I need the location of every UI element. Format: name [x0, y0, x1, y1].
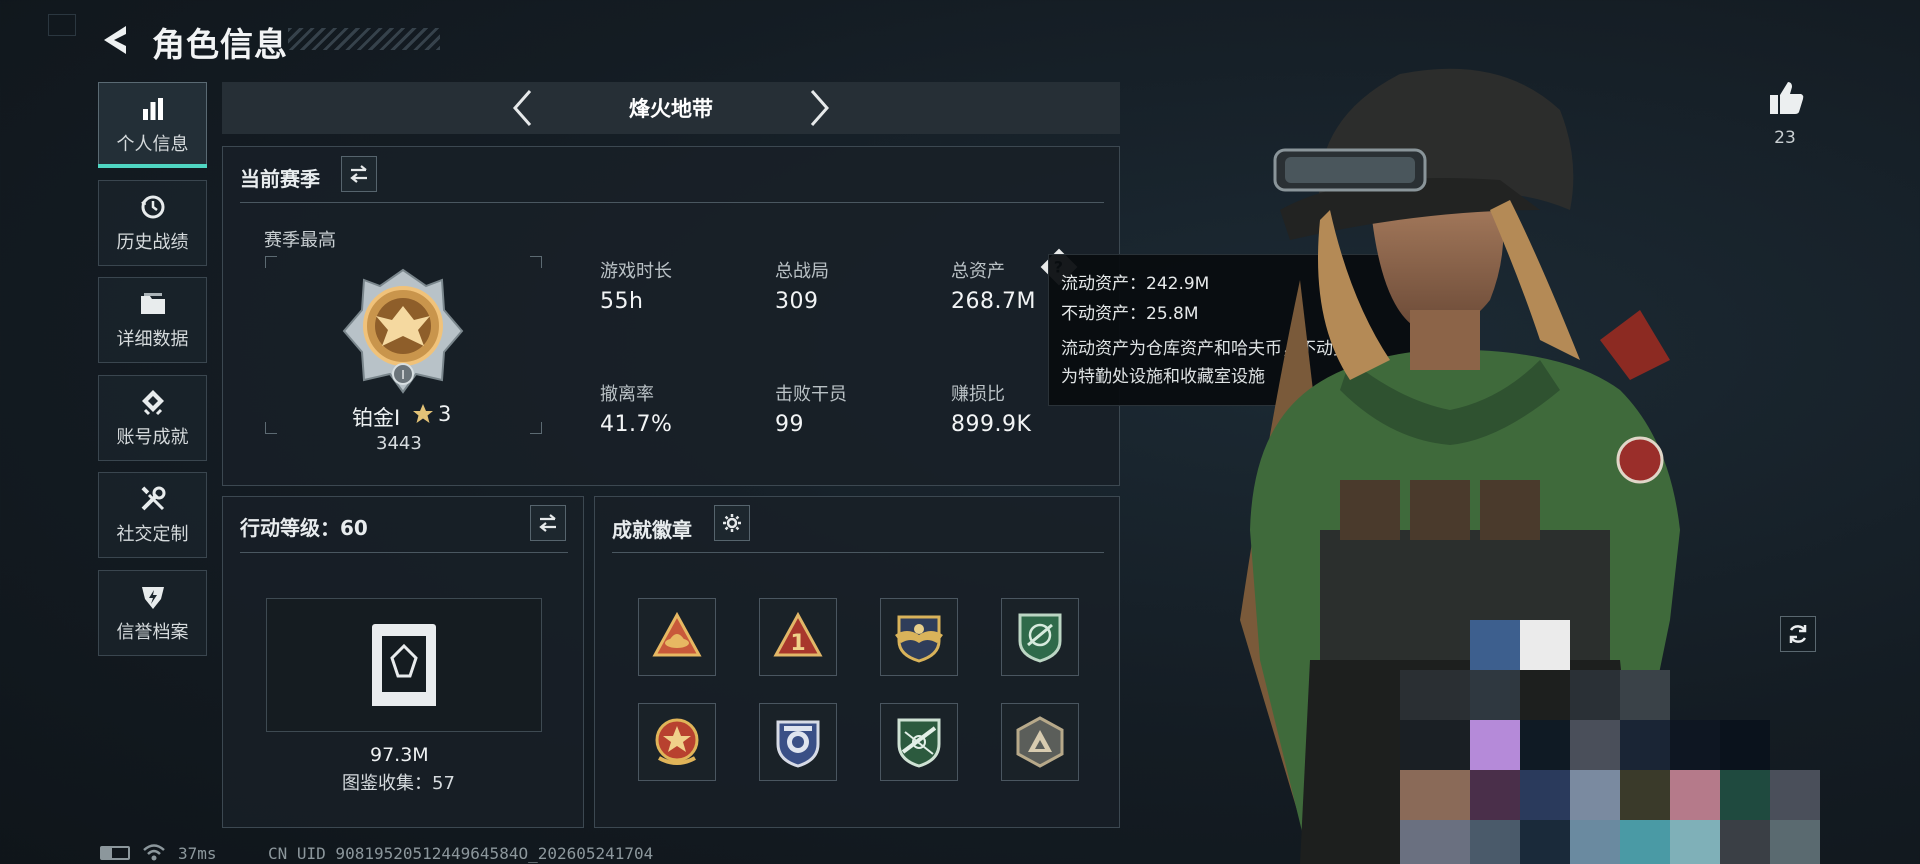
stat-label-profit-loss-ratio: 赚损比	[951, 384, 1005, 405]
hat-badge-icon	[652, 611, 702, 657]
swap-arrows-icon	[539, 514, 556, 532]
medal-icon	[138, 387, 168, 417]
frame-corner	[265, 256, 277, 268]
rank-score: 3443	[376, 433, 422, 454]
thumbs-up-icon	[1770, 82, 1804, 114]
gear-icon	[723, 514, 741, 532]
stat-label-extract-rate: 撤离率	[600, 384, 654, 405]
current-season-title: 当前赛季	[240, 167, 320, 191]
season-name: 烽火地带	[629, 97, 713, 121]
season-switch-button[interactable]	[341, 156, 377, 192]
stat-label-total-matches: 总战局	[775, 261, 829, 282]
stat-value-extract-rate: 41.7%	[600, 412, 673, 437]
sidebar-item-label: 信誉档案	[116, 622, 189, 643]
frame-corner	[265, 422, 277, 434]
gold-wings-badge-icon	[895, 615, 943, 663]
season-next-button[interactable]	[800, 86, 840, 130]
clock-history-icon	[138, 192, 168, 222]
achievement-badge-4[interactable]	[1001, 598, 1079, 676]
sidebar-item-credit-file[interactable]: 信誉档案	[98, 570, 207, 656]
rank-name: 铂金I	[352, 406, 401, 430]
achievement-badge-7[interactable]	[880, 703, 958, 781]
achievement-badge-2[interactable]: 1	[759, 598, 837, 676]
chevron-right-icon	[810, 90, 830, 126]
green-shield-badge-icon	[1018, 613, 1062, 663]
collection-count: 图鉴收集：57	[342, 773, 455, 794]
tools-icon	[138, 484, 168, 514]
star-wreath-badge-icon	[655, 718, 699, 765]
swap-arrows-icon	[350, 165, 367, 183]
sidebar-item-detailed-data[interactable]: 详细数据	[98, 277, 207, 363]
achievement-badge-3[interactable]	[880, 598, 958, 676]
collection-vault-icon[interactable]	[368, 620, 440, 710]
star-icon	[412, 403, 434, 425]
achievements-settings-button[interactable]	[714, 505, 750, 541]
green-rifle-badge-icon	[897, 718, 941, 768]
achievement-badge-5[interactable]	[638, 703, 716, 781]
sidebar-item-personal-info[interactable]: 个人信息	[98, 82, 207, 168]
sidebar-item-label: 社交定制	[116, 524, 189, 545]
bar-chart-icon	[138, 94, 168, 124]
mosaic-censor-overlay	[1400, 620, 1820, 864]
stat-value-operators-defeated: 99	[775, 412, 804, 437]
page-title: 角色信息	[152, 25, 288, 64]
number-one-badge-icon: 1	[773, 611, 823, 657]
sidebar-item-label: 账号成就	[116, 427, 189, 448]
shield-icon	[138, 582, 168, 612]
sidebar-item-social-custom[interactable]: 社交定制	[98, 472, 207, 558]
corner-frame	[48, 14, 76, 36]
achievement-badge-8[interactable]	[1001, 703, 1079, 781]
collection-value: 97.3M	[370, 744, 429, 766]
stat-label-total-assets: 总资产	[951, 261, 1005, 282]
title-decoration	[288, 28, 440, 50]
achievements-title: 成就徽章	[612, 518, 692, 542]
wifi-icon	[142, 842, 166, 862]
rank-emblem-icon: I	[338, 266, 468, 396]
back-arrow-icon[interactable]	[96, 20, 136, 60]
folder-icon	[138, 289, 168, 319]
stat-value-total-assets: 268.7M	[951, 289, 1036, 314]
action-level-switch-button[interactable]	[530, 505, 566, 541]
sidebar-item-achievements[interactable]: 账号成就	[98, 375, 207, 461]
rotate-view-button[interactable]	[1780, 616, 1816, 652]
stat-value-total-matches: 309	[775, 289, 819, 314]
user-uid: CN UID 9081952051244964584O_202605241704	[268, 844, 654, 863]
sidebar-item-label: 个人信息	[116, 134, 189, 155]
frame-corner	[530, 256, 542, 268]
achievement-badge-1[interactable]	[638, 598, 716, 676]
divider	[240, 202, 1104, 203]
like-button[interactable]	[1766, 78, 1806, 118]
divider	[240, 552, 568, 553]
stat-label-operators-defeated: 击败干员	[775, 384, 847, 405]
sidebar-item-history[interactable]: 历史战绩	[98, 180, 207, 266]
refresh-icon	[1789, 625, 1807, 643]
blue-shield-badge-icon	[776, 720, 820, 768]
stat-value-play-time: 55h	[600, 289, 644, 314]
divider	[612, 552, 1104, 553]
sidebar-item-label: 详细数据	[116, 329, 189, 350]
svg-text:I: I	[401, 368, 405, 382]
grey-triangle-badge-icon	[1016, 716, 1064, 768]
like-count: 23	[1774, 128, 1796, 148]
battery-icon	[100, 846, 130, 860]
stat-label-play-time: 游戏时长	[600, 261, 672, 282]
action-level-title: 行动等级：60	[240, 516, 368, 540]
sidebar-item-label: 历史战绩	[116, 232, 189, 253]
stat-value-profit-loss-ratio: 899.9K	[951, 412, 1032, 437]
season-highest-label: 赛季最高	[264, 230, 336, 251]
rank-stars: 3	[438, 402, 452, 426]
achievement-badge-6[interactable]	[759, 703, 837, 781]
frame-corner	[530, 422, 542, 434]
svg-text:1: 1	[790, 631, 805, 656]
ping-indicator: 37ms	[178, 844, 217, 863]
